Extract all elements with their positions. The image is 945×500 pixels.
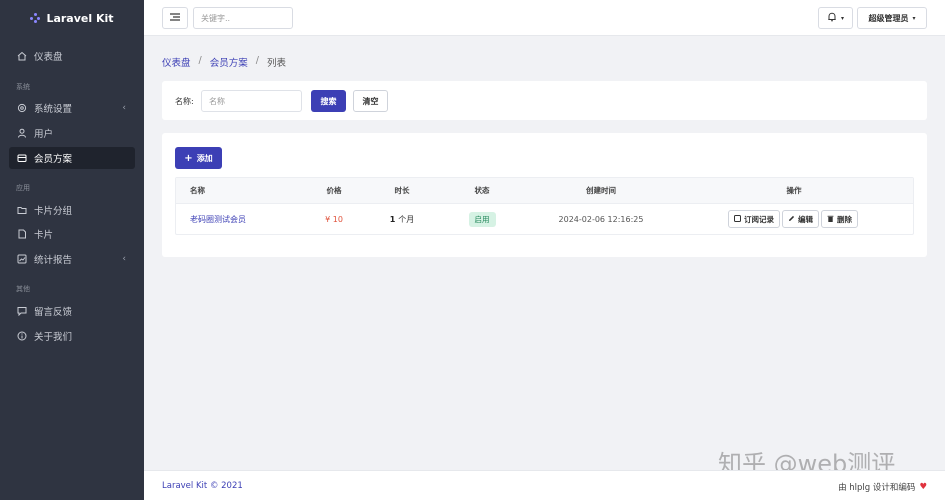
table-header: 名称 价格 时长 状态 创建时间 操作 [176,178,913,204]
menu-icon [170,12,180,24]
breadcrumb-parent[interactable]: 会员方案 [210,55,248,69]
message-icon [17,306,27,316]
bell-icon [827,12,837,25]
column-header-price[interactable]: 价格 [316,178,352,203]
sidebar-item-label: 系统设置 [34,104,73,115]
chart-icon [17,254,27,264]
sidebar-item-label: 会员方案 [34,154,73,165]
column-header-status[interactable]: 状态 [464,178,500,203]
name-filter-label: 名称: [175,97,194,106]
sidebar-item-cards[interactable]: 卡片 [9,223,135,245]
row-actions: 订阅记录 编辑 删除 [728,210,858,228]
trash-icon [827,215,834,224]
filter-card: 名称: 搜索 清空 [162,81,927,120]
orders-button[interactable]: 订阅记录 [728,210,780,228]
sidebar-item-plans[interactable]: 会员方案 [9,147,135,169]
delete-button-label: 删除 [837,214,852,224]
user-name: 超级管理员 [868,13,909,23]
section-heading-app: 应用 [16,184,30,192]
column-header-actions: 操作 [786,186,802,195]
sidebar-item-users[interactable]: 用户 [9,122,135,144]
orders-button-label: 订阅记录 [744,214,774,224]
sidebar-item-label: 卡片 [34,230,54,241]
plan-price: ¥ 10 [325,214,343,224]
sidebar-toggle-button[interactable] [162,7,188,29]
column-header-created[interactable]: 创建时间 [551,178,651,203]
duration-number: 1 [389,214,396,224]
sidebar-item-card-groups[interactable]: 卡片分组 [9,199,135,221]
breadcrumb-current: 列表 [266,58,286,69]
footer-credit-text: 由 hlplg 设计和编码 [838,483,916,493]
plan-duration: 1 个月 [384,204,420,234]
sidebar-item-label: 统计报告 [34,255,73,266]
section-heading-other: 其他 [16,285,30,293]
plans-table: 名称 价格 时长 状态 创建时间 操作 老码圈测试会员 ¥ 10 1 个月 启用… [175,177,914,235]
edit-button[interactable]: 编辑 [782,210,819,228]
plan-status: 启用 [464,204,500,234]
sidebar-item-label: 关于我们 [34,332,73,343]
sidebar-item-settings[interactable]: 系统设置 ‹ [9,97,135,119]
home-icon [17,51,27,61]
info-icon [17,331,27,341]
breadcrumb-home[interactable]: 仪表盘 [162,55,191,69]
search-button[interactable]: 搜索 [311,90,346,112]
sidebar-item-label: 卡片分组 [34,206,73,217]
footer-credit: 由 hlplg 设计和编码 ♥ [838,481,927,493]
chevron-left-icon: ‹ [122,103,126,113]
duration-unit: 个月 [398,214,415,224]
sidebar-item-label: 仪表盘 [34,52,63,63]
plan-name-link[interactable]: 老码圈测试会员 [190,204,246,234]
column-header-name[interactable]: 名称 [190,178,205,203]
folder-icon [17,205,27,215]
caret-down-icon: ▾ [840,14,844,22]
breadcrumb-separator: / [255,55,259,66]
table-row: 老码圈测试会员 ¥ 10 1 个月 启用 2024-02-06 12:16:25… [176,204,913,234]
footer-copyright[interactable]: Laravel Kit © 2021 [162,481,243,491]
add-button[interactable]: + 添加 [175,147,222,169]
search-input[interactable] [193,7,293,29]
brand-name: Laravel Kit [46,11,114,25]
heart-icon: ♥ [919,482,927,492]
list-card: + 添加 名称 价格 时长 状态 创建时间 操作 老码圈测试会员 ¥ 10 1 … [162,133,927,257]
status-badge: 启用 [468,211,496,227]
sidebar: Laravel Kit 仪表盘 系统 系统设置 ‹ 用户 会员方案 应用 卡片分… [0,0,144,500]
footer: Laravel Kit © 2021 由 hlplg 设计和编码 ♥ [144,470,945,500]
chevron-left-icon: ‹ [122,254,126,264]
sidebar-item-feedback[interactable]: 留言反馈 [9,300,135,322]
user-menu-button[interactable]: 超级管理员 ▾ [857,7,927,29]
edit-button-label: 编辑 [798,214,813,224]
topbar: ▾ 超级管理员 ▾ [144,0,945,36]
name-filter-input[interactable] [201,90,302,112]
file-icon [17,229,27,239]
clear-button[interactable]: 清空 [353,90,388,112]
plan-created-at: 2024-02-06 12:16:25 [558,214,644,224]
brand[interactable]: Laravel Kit [0,0,144,36]
sidebar-item-dashboard[interactable]: 仪表盘 [9,45,135,67]
breadcrumb: 仪表盘 / 会员方案 / 列表 [162,55,286,69]
pencil-icon [788,215,795,224]
sidebar-item-label: 用户 [34,129,54,140]
user-icon [17,128,27,138]
delete-button[interactable]: 删除 [821,210,858,228]
sidebar-item-about[interactable]: 关于我们 [9,325,135,347]
notifications-button[interactable]: ▾ [818,7,853,29]
plus-icon: + [184,152,193,164]
caret-down-icon: ▾ [912,14,916,22]
card-icon [17,153,27,163]
column-header-duration[interactable]: 时长 [384,178,420,203]
add-button-label: 添加 [196,153,213,163]
sidebar-item-reports[interactable]: 统计报告 ‹ [9,248,135,270]
gear-icon [17,103,27,113]
logo-icon [30,13,41,23]
sidebar-item-label: 留言反馈 [34,307,73,318]
section-heading-system: 系统 [16,83,30,91]
square-icon [734,214,741,224]
breadcrumb-separator: / [198,55,202,66]
